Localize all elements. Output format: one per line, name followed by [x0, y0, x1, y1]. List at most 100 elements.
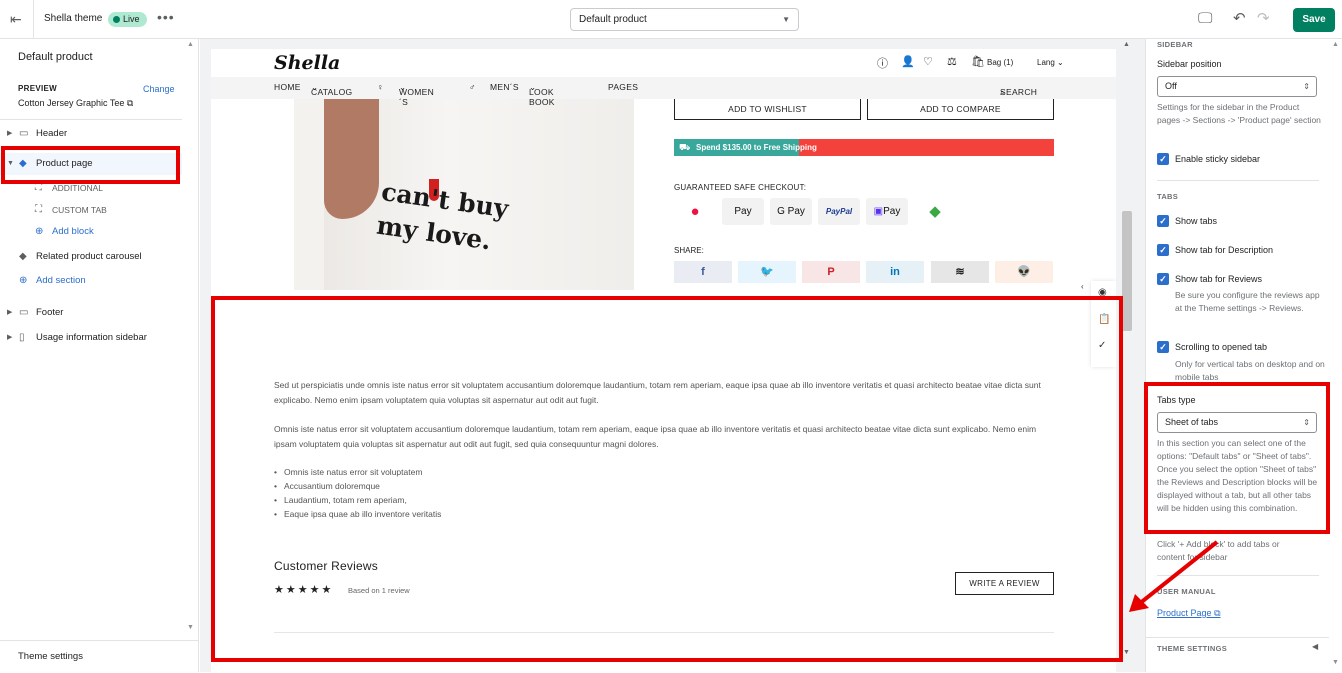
block-label: CUSTOM TAB: [52, 205, 107, 215]
change-link[interactable]: Change: [143, 84, 175, 94]
divider: [1157, 575, 1319, 576]
block-icon: ⛶: [35, 182, 42, 193]
preview-scrollbar[interactable]: ▲ ▼: [1120, 39, 1134, 672]
section-label: Header: [36, 128, 68, 139]
checkbox-checked-icon: ✓: [1157, 215, 1169, 227]
product-image[interactable]: can't buy my love.: [294, 99, 634, 290]
theme-settings-link[interactable]: Theme settings: [0, 640, 199, 672]
account-icon[interactable]: 👤: [901, 55, 915, 68]
add-to-compare-button[interactable]: ADD TO COMPARE: [867, 98, 1054, 120]
language-select[interactable]: Lang ⌄: [1037, 58, 1064, 67]
share-button[interactable]: in: [866, 261, 924, 283]
section-header[interactable]: ▶ ▭ Header: [0, 123, 182, 145]
clipboard-icon[interactable]: 📋: [1098, 314, 1110, 325]
checkbox-label: Scrolling to opened tab: [1175, 342, 1268, 352]
nav-catalog[interactable]: CATALOG ⌄: [311, 82, 352, 97]
share-button[interactable]: P: [802, 261, 860, 283]
divider: [0, 119, 182, 120]
store-nav: HOME CATALOG ⌄ ♀ WOMEN´S ⌄ ♂ MEN´S LOOK …: [211, 77, 1116, 107]
undo-icon[interactable]: ↶: [1233, 10, 1246, 28]
chevron-left-icon: ◀: [1312, 642, 1319, 651]
scroll-thumb[interactable]: [1122, 211, 1132, 331]
review-count: Based on 1 review: [348, 586, 410, 595]
checkbox-checked-icon: ✓: [1157, 341, 1169, 353]
scroll-down-icon[interactable]: ▼: [187, 624, 194, 631]
add-section-button[interactable]: ⊕ Add section: [0, 270, 182, 292]
add-to-wishlist-button[interactable]: ADD TO WISHLIST: [674, 98, 861, 120]
list-item: Eaque ipsa quae ab illo inventore verita…: [274, 507, 674, 521]
check-icon[interactable]: ✓: [1098, 340, 1106, 351]
manual-link[interactable]: Product Page ⧉: [1157, 608, 1221, 619]
store-preview: Shella ⓘ 👤 ♡ ⚖ 🛍 Bag (1) Lang ⌄ HOME CAT…: [211, 49, 1116, 672]
exit-icon[interactable]: ⇤: [10, 11, 26, 27]
section-usage-sidebar[interactable]: ▶ ▯ Usage information sidebar: [0, 327, 182, 349]
description-list: Omnis iste natus error sit voluptatem Ac…: [274, 465, 674, 521]
collapse-toolbar-icon[interactable]: ‹: [1081, 282, 1084, 291]
nav-label: WOMEN´S: [399, 87, 435, 107]
checkbox-label: Show tab for Reviews: [1175, 274, 1263, 284]
eye-icon[interactable]: ◉: [1098, 287, 1107, 298]
share-button[interactable]: f: [674, 261, 732, 283]
more-actions-icon[interactable]: •••: [157, 9, 175, 25]
scrollbar[interactable]: ▲ ▼: [182, 39, 199, 639]
desktop-view-icon[interactable]: 🖵: [1198, 10, 1212, 28]
store-logo[interactable]: Shella: [274, 52, 340, 74]
section-related-carousel[interactable]: ◆ Related product carousel: [0, 246, 182, 268]
bag-icon[interactable]: 🛍: [971, 55, 985, 68]
redo-icon[interactable]: ↷: [1257, 10, 1270, 28]
section-footer[interactable]: ▶ ▭ Footer: [0, 302, 182, 324]
list-item: Omnis iste natus error sit voluptatem: [274, 465, 674, 479]
section-label: Related product carousel: [36, 251, 142, 262]
nav-pages[interactable]: PAGES: [608, 82, 638, 92]
scroll-up-icon[interactable]: ▲: [1123, 41, 1130, 48]
block-additional[interactable]: ⛶ ADDITIONAL: [0, 177, 182, 199]
sidebar-help-text: Settings for the sidebar in the Product …: [1157, 102, 1321, 125]
plus-circle-icon: ⊕: [19, 275, 28, 286]
apple-pay-icon: Pay: [722, 198, 764, 225]
scroll-down-icon[interactable]: ▼: [1332, 659, 1339, 666]
external-link-icon: ⧉: [1214, 608, 1221, 618]
section-label: Footer: [36, 307, 64, 318]
block-custom-tab[interactable]: ⛶ CUSTOM TAB: [0, 199, 182, 221]
checkbox-label: Show tabs: [1175, 216, 1218, 226]
share-label: SHARE:: [674, 246, 704, 255]
live-badge: Live: [108, 12, 147, 27]
page-title: Default product: [18, 51, 93, 63]
compare-icon[interactable]: ⚖: [947, 55, 957, 68]
scroll-up-icon[interactable]: ▲: [187, 41, 194, 48]
settings-scrollbar[interactable]: ▲ ▼: [1329, 39, 1342, 672]
section-product-page[interactable]: ▼ ◆ Product page: [0, 153, 182, 175]
sidebar-icon: ▯: [19, 332, 25, 343]
nav-lookbook[interactable]: LOOK BOOK ⌄: [529, 82, 554, 107]
payment-icon-1: ●: [674, 198, 716, 225]
save-button[interactable]: Save: [1293, 8, 1335, 32]
scroll-up-icon[interactable]: ▲: [1332, 41, 1339, 48]
tabs-type-select[interactable]: Sheet of tabs ⇕: [1157, 412, 1317, 433]
chevron-down-icon: ▼: [7, 160, 14, 167]
template-select-value: Default product: [579, 14, 647, 25]
sidebar-position-select[interactable]: Off ⇕: [1157, 76, 1317, 97]
preview-canvas: Shella ⓘ 👤 ♡ ⚖ 🛍 Bag (1) Lang ⌄ HOME CAT…: [200, 39, 1145, 672]
theme-settings-row[interactable]: THEME SETTINGS ◀: [1146, 637, 1329, 657]
preview-product[interactable]: Cotton Jersey Graphic Tee ⧉: [18, 98, 133, 109]
share-button[interactable]: ≋: [931, 261, 989, 283]
bag-link[interactable]: Bag (1): [987, 58, 1013, 67]
tabs-type-label: Tabs type: [1157, 395, 1196, 405]
help-icon[interactable]: ⓘ: [877, 55, 888, 71]
write-review-button[interactable]: WRITE A REVIEW: [955, 572, 1054, 595]
nav-home[interactable]: HOME: [274, 82, 301, 92]
payment-label: Pay: [734, 206, 752, 217]
section-label: Product page: [36, 158, 93, 169]
block-icon: ⛶: [35, 204, 42, 215]
share-button[interactable]: 🐦: [738, 261, 796, 283]
payment-icon-6: ◆: [914, 198, 956, 225]
select-value: Off: [1165, 81, 1177, 91]
nav-mens[interactable]: MEN´S: [490, 82, 519, 92]
scroll-down-icon[interactable]: ▼: [1123, 649, 1130, 656]
template-select[interactable]: Default product ▼: [570, 8, 799, 31]
wishlist-icon[interactable]: ♡: [923, 55, 933, 68]
section-heading-tabs: TABS: [1157, 192, 1179, 201]
add-block-button[interactable]: ⊕ Add block: [0, 221, 182, 243]
share-button[interactable]: 👽: [995, 261, 1053, 283]
nav-womens[interactable]: WOMEN´S ⌄: [399, 82, 434, 107]
